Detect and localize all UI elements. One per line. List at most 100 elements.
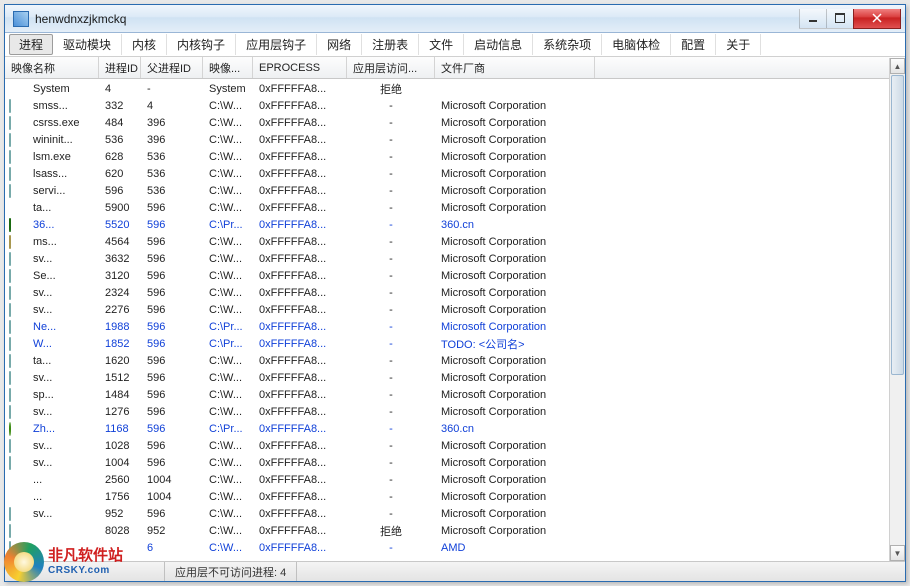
menu-item-9[interactable]: 系统杂项 (533, 34, 602, 55)
cell-pid: 3120 (99, 267, 141, 284)
column-header-0[interactable]: 映像名称 (5, 57, 99, 78)
menu-item-0[interactable]: 进程 (9, 34, 53, 55)
close-button[interactable] (853, 9, 901, 29)
scroll-up-button[interactable]: ▲ (890, 58, 905, 74)
table-row[interactable]: W...1852596C:\Pr...0xFFFFFA8...-TODO: <公… (5, 335, 889, 352)
cell-eprocess: 0xFFFFFA8... (253, 318, 347, 335)
table-row[interactable]: ms...4564596C:\W...0xFFFFFA8...-Microsof… (5, 233, 889, 250)
table-row[interactable]: ta...1620596C:\W...0xFFFFFA8...-Microsof… (5, 352, 889, 369)
cell-image-name: ... (27, 471, 99, 488)
menu-item-6[interactable]: 注册表 (362, 34, 419, 55)
cell-pid: 1276 (99, 403, 141, 420)
cell-parent-pid: 1004 (141, 471, 203, 488)
table-row[interactable]: 8028952C:\W...0xFFFFFA8...拒绝Microsoft Co… (5, 522, 889, 539)
vertical-scrollbar[interactable]: ▲ ▼ (889, 58, 905, 561)
table-row[interactable]: sv...952596C:\W...0xFFFFFA8...-Microsoft… (5, 505, 889, 522)
scroll-down-button[interactable]: ▼ (890, 545, 905, 561)
minimize-button[interactable] (799, 9, 827, 29)
table-row[interactable]: sv...1028596C:\W...0xFFFFFA8...-Microsof… (5, 437, 889, 454)
cell-parent-pid: 536 (141, 148, 203, 165)
cell-pid: 484 (99, 114, 141, 131)
process-icon (9, 303, 11, 317)
menu-item-12[interactable]: 关于 (716, 34, 761, 55)
maximize-button[interactable] (826, 9, 854, 29)
cell-access: - (347, 267, 435, 284)
table-row[interactable]: servi...596536C:\W...0xFFFFFA8...-Micros… (5, 182, 889, 199)
table-row[interactable]: Zh...1168596C:\Pr...0xFFFFFA8...-360.cn (5, 420, 889, 437)
table-row[interactable]: csrss.exe484396C:\W...0xFFFFFA8...-Micro… (5, 114, 889, 131)
menu-item-8[interactable]: 启动信息 (464, 34, 533, 55)
cell-eprocess: 0xFFFFFA8... (253, 301, 347, 318)
cell-parent-pid: 6 (141, 539, 203, 556)
table-row[interactable]: lsm.exe628536C:\W...0xFFFFFA8...-Microso… (5, 148, 889, 165)
column-header-2[interactable]: 父进程ID (141, 57, 203, 78)
menu-item-7[interactable]: 文件 (419, 34, 464, 55)
menu-item-10[interactable]: 电脑体检 (602, 34, 671, 55)
table-row[interactable]: smss...3324C:\W...0xFFFFFA8...-Microsoft… (5, 97, 889, 114)
menu-item-5[interactable]: 网络 (317, 34, 362, 55)
cell-image-name: lsm.exe (27, 148, 99, 165)
cell-eprocess: 0xFFFFFA8... (253, 148, 347, 165)
scroll-thumb[interactable] (891, 75, 904, 375)
cell-path: C:\Pr... (203, 420, 253, 437)
cell-eprocess: 0xFFFFFA8... (253, 199, 347, 216)
cell-access: - (347, 454, 435, 471)
cell-vendor: Microsoft Corporation (435, 284, 595, 301)
cell-pid: 952 (99, 505, 141, 522)
table-row[interactable]: sv...2276596C:\W...0xFFFFFA8...-Microsof… (5, 301, 889, 318)
table-row[interactable]: ta...5900596C:\W...0xFFFFFA8...-Microsof… (5, 199, 889, 216)
app-icon (13, 11, 29, 27)
cell-image-name: ms... (27, 233, 99, 250)
cell-pid: 5900 (99, 199, 141, 216)
table-row[interactable]: ...17561004C:\W...0xFFFFFA8...-Microsoft… (5, 488, 889, 505)
process-icon (9, 286, 11, 300)
process-icon (9, 354, 11, 368)
cell-vendor: Microsoft Corporation (435, 199, 595, 216)
process-grid[interactable]: System4-System0xFFFFFA8...拒绝smss...3324C… (5, 80, 889, 561)
menu-item-3[interactable]: 内核钩子 (167, 34, 236, 55)
menu-item-1[interactable]: 驱动模块 (53, 34, 122, 55)
menu-item-11[interactable]: 配置 (671, 34, 716, 55)
cell-eprocess: 0xFFFFFA8... (253, 437, 347, 454)
table-row[interactable]: sv...2324596C:\W...0xFFFFFA8...-Microsof… (5, 284, 889, 301)
column-header-3[interactable]: 映像... (203, 57, 253, 78)
table-row[interactable]: sp...1484596C:\W...0xFFFFFA8...-Microsof… (5, 386, 889, 403)
table-row[interactable]: lsass...620536C:\W...0xFFFFFA8...-Micros… (5, 165, 889, 182)
app-window: henwdnxzjkmckq 进程驱动模块内核内核钩子应用层钩子网络注册表文件启… (4, 4, 906, 582)
column-header-6[interactable]: 文件厂商 (435, 57, 595, 78)
table-row[interactable]: ...25601004C:\W...0xFFFFFA8...-Microsoft… (5, 471, 889, 488)
cell-eprocess: 0xFFFFFA8... (253, 471, 347, 488)
cell-parent-pid: 1004 (141, 488, 203, 505)
table-row[interactable]: 36...5520596C:\Pr...0xFFFFFA8...-360.cn (5, 216, 889, 233)
table-row[interactable]: System4-System0xFFFFFA8...拒绝 (5, 80, 889, 97)
cell-eprocess: 0xFFFFFA8... (253, 522, 347, 539)
table-row[interactable]: wininit...536396C:\W...0xFFFFFA8...-Micr… (5, 131, 889, 148)
column-header-5[interactable]: 应用层访问... (347, 57, 435, 78)
cell-access: - (347, 182, 435, 199)
menu-item-2[interactable]: 内核 (122, 34, 167, 55)
cell-parent-pid: 596 (141, 437, 203, 454)
cell-access: - (347, 488, 435, 505)
cell-path: C:\W... (203, 114, 253, 131)
table-row[interactable]: sv...1512596C:\W...0xFFFFFA8...-Microsof… (5, 369, 889, 386)
cell-vendor (435, 80, 595, 97)
cell-access: - (347, 335, 435, 352)
cell-eprocess: 0xFFFFFA8... (253, 369, 347, 386)
table-row[interactable]: sv...1276596C:\W...0xFFFFFA8...-Microsof… (5, 403, 889, 420)
titlebar[interactable]: henwdnxzjkmckq (5, 5, 905, 33)
column-header-4[interactable]: EPROCESS (253, 57, 347, 78)
menu-item-4[interactable]: 应用层钩子 (236, 34, 317, 55)
table-row[interactable]: 6C:\W...0xFFFFFA8...-AMD (5, 539, 889, 556)
cell-pid: 1756 (99, 488, 141, 505)
cell-vendor: 360.cn (435, 420, 595, 437)
table-row[interactable]: sv...3632596C:\W...0xFFFFFA8...-Microsof… (5, 250, 889, 267)
cell-path: C:\W... (203, 488, 253, 505)
table-row[interactable]: Se...3120596C:\W...0xFFFFFA8...-Microsof… (5, 267, 889, 284)
cell-eprocess: 0xFFFFFA8... (253, 97, 347, 114)
cell-eprocess: 0xFFFFFA8... (253, 420, 347, 437)
table-row[interactable]: Ne...1988596C:\Pr...0xFFFFFA8...-Microso… (5, 318, 889, 335)
cell-parent-pid: 596 (141, 505, 203, 522)
process-icon (9, 541, 11, 555)
table-row[interactable]: sv...1004596C:\W...0xFFFFFA8...-Microsof… (5, 454, 889, 471)
column-header-1[interactable]: 进程ID (99, 57, 141, 78)
